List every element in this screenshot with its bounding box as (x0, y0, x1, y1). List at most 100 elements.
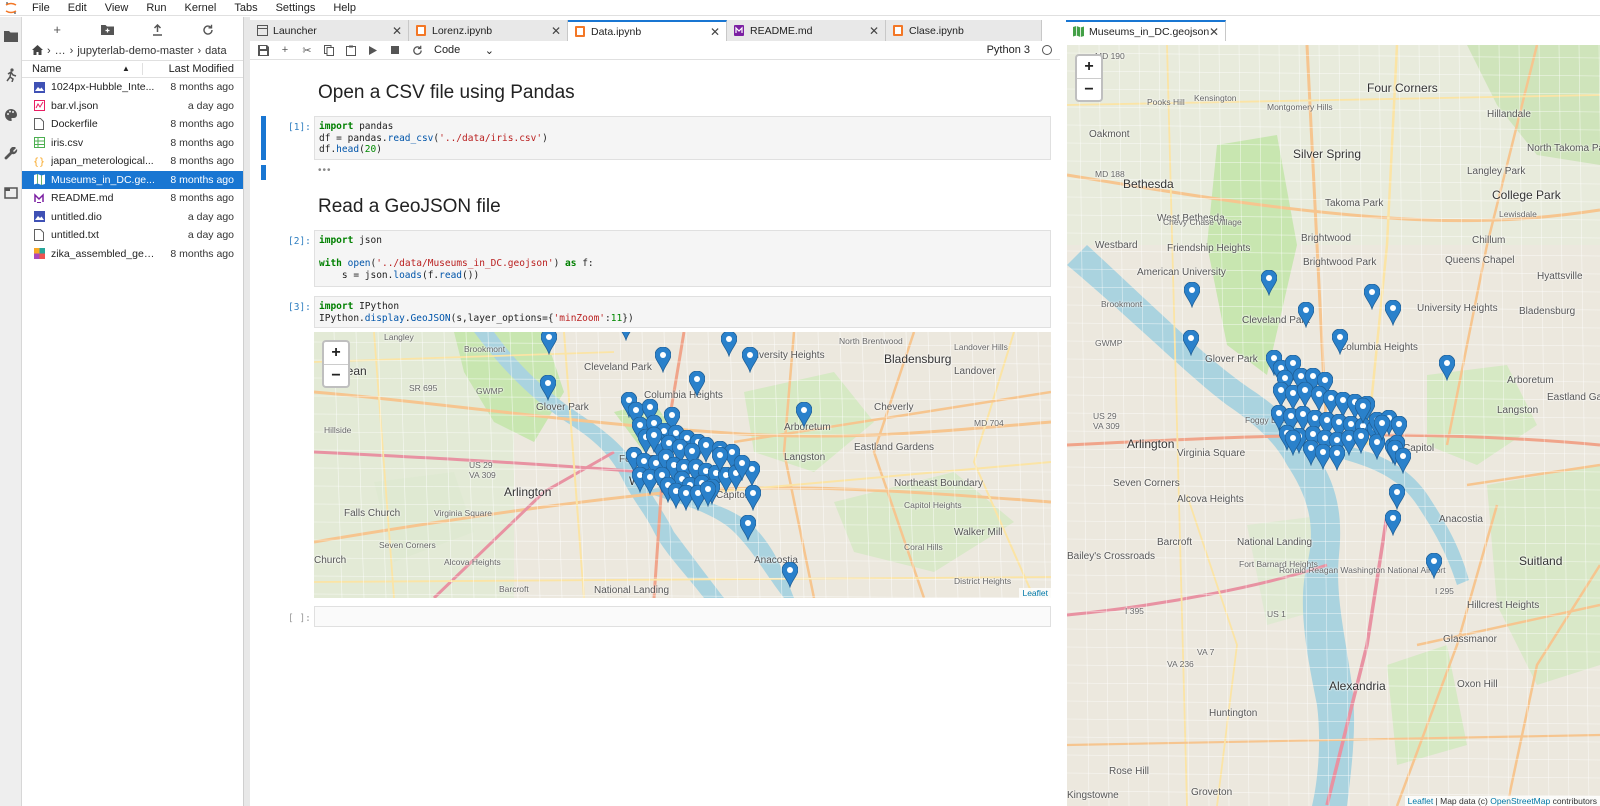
close-icon[interactable]: ✕ (392, 24, 402, 38)
column-last-modified[interactable]: Last Modified (142, 63, 243, 75)
menu-run[interactable]: Run (136, 0, 174, 16)
tab-data[interactable]: Data.ipynb ✕ (568, 20, 727, 41)
map-place-label: Eastland Gardens (854, 442, 935, 453)
kernel-name[interactable]: Python 3 (987, 44, 1030, 56)
tab-clase[interactable]: Clase.ipynb (886, 20, 1042, 41)
geojson-viewer-map[interactable]: MD 190 Kensington Four Corners Pooks Hill Mo… (1067, 45, 1600, 806)
file-row[interactable]: {} japan_meterological... 8 months ago (22, 152, 243, 171)
output-collapser[interactable] (261, 165, 266, 180)
restart-icon[interactable] (406, 41, 428, 60)
map-place-label: Langley Park (1467, 166, 1526, 177)
upload-icon[interactable] (149, 21, 167, 39)
running-icon[interactable] (3, 67, 19, 83)
file-browser-toolbar: + (22, 17, 243, 42)
file-row[interactable]: bar.vl.json a day ago (22, 97, 243, 116)
code-cell[interactable]: import json with open('../data/Museums_i… (314, 230, 1051, 287)
run-icon[interactable] (362, 41, 384, 60)
map-place-label: National Landing (1237, 537, 1313, 548)
file-modified: a day ago (187, 229, 234, 242)
map-place-label: Glover Park (1205, 354, 1258, 365)
leaflet-link[interactable]: Leaflet (1022, 588, 1048, 598)
empty-code-cell[interactable] (314, 606, 1051, 627)
wrench-icon[interactable] (3, 146, 19, 162)
file-row[interactable]: untitled.dio a day ago (22, 208, 243, 227)
menu-file[interactable]: File (22, 0, 58, 16)
paste-icon[interactable] (340, 41, 362, 60)
menu-help[interactable]: Help (323, 0, 364, 16)
map-place-label: Landover Hills (954, 342, 1008, 352)
breadcrumb-ellipsis[interactable]: … (55, 45, 66, 57)
map-place-label: Takoma Park (1325, 198, 1384, 209)
home-icon[interactable] (32, 44, 43, 58)
code-cell[interactable]: import pandas df = pandas.read_csv('../d… (314, 116, 1051, 160)
tabs-icon[interactable] (3, 185, 19, 201)
file-row[interactable]: iris.csv 8 months ago (22, 134, 243, 153)
add-cell-icon[interactable]: + (274, 41, 296, 60)
zoom-out-button[interactable]: − (324, 364, 348, 386)
map-place-label: Rose Hill (1109, 766, 1150, 777)
cut-icon[interactable]: ✂ (296, 41, 318, 60)
palette-icon[interactable] (3, 107, 19, 123)
code-line: with open('../data/Museums_in_DC.geojson… (319, 258, 594, 269)
cell-prompt: [ ]: (288, 613, 311, 624)
tab-launcher[interactable]: Launcher ✕ (250, 20, 409, 41)
map-place-label: Chevy Chase Village (1163, 217, 1242, 227)
zoom-out-button[interactable]: − (1077, 78, 1101, 100)
tab-lorenz[interactable]: Lorenz.ipynb ✕ (409, 20, 568, 41)
map-place-label: US 29 (469, 460, 493, 470)
code-line: df = pandas.read_csv('../data/iris.csv') (319, 132, 548, 144)
attribution-text: contributors (1550, 796, 1597, 806)
save-icon[interactable] (252, 41, 274, 60)
menu-kernel[interactable]: Kernel (175, 0, 225, 16)
new-launcher-icon[interactable]: + (48, 21, 66, 39)
map-place-label: Pooks Hill (1147, 97, 1185, 107)
file-row[interactable]: untitled.txt a day ago (22, 226, 243, 245)
close-icon[interactable]: ✕ (710, 25, 720, 39)
menu-settings[interactable]: Settings (266, 0, 324, 16)
new-folder-icon[interactable] (98, 21, 116, 39)
map-place-label: Alcova Heights (444, 557, 501, 567)
openstreetmap-link[interactable]: OpenStreetMap (1490, 796, 1550, 806)
markdown-heading: Open a CSV file using Pandas (318, 82, 575, 103)
map-place-label: Kingstowne (1067, 790, 1119, 801)
zoom-in-button[interactable]: + (1077, 56, 1101, 78)
map-place-label: Hyattsville (1537, 271, 1583, 282)
map-place-label: VA 309 (1093, 421, 1120, 431)
collapsed-output-ellipsis[interactable]: ••• (318, 165, 332, 176)
close-icon[interactable]: ✕ (551, 24, 561, 38)
code-cell[interactable]: import IPython IPython.display.GeoJSON(s… (314, 296, 1051, 328)
file-row[interactable]: 1024px-Hubble_Inte... 8 months ago (22, 78, 243, 97)
column-name[interactable]: Name ▲ (22, 63, 142, 75)
leaflet-link[interactable]: Leaflet (1408, 796, 1434, 806)
menu-view[interactable]: View (95, 0, 137, 16)
copy-icon[interactable] (318, 41, 340, 60)
file-row[interactable]: README.md 8 months ago (22, 189, 243, 208)
refresh-icon[interactable] (199, 21, 217, 39)
map-place-label: Capitol Heights (904, 500, 962, 510)
tab-label: Clase.ipynb (909, 24, 964, 37)
file-row[interactable]: Museums_in_DC.ge... 8 months ago (22, 170, 243, 189)
breadcrumb-current[interactable]: data (205, 45, 226, 57)
breadcrumb-parent[interactable]: jupyterlab-demo-master (77, 45, 193, 57)
map-place-label: Alexandria (1329, 679, 1386, 693)
map-place-label: Langston (784, 452, 826, 463)
file-row[interactable]: zika_assembled_gen... 8 months ago (22, 245, 243, 264)
notebook-icon (415, 25, 427, 37)
tab-readme[interactable]: README.md ✕ (727, 20, 886, 41)
geojson-map-output[interactable]: Langley Brookmont Cleveland Park Glover Par… (314, 332, 1051, 598)
file-name: zika_assembled_gen... (51, 247, 157, 260)
close-icon[interactable]: ✕ (869, 24, 879, 38)
menu-edit[interactable]: Edit (58, 0, 95, 16)
code-keyword: import (319, 235, 354, 246)
menu-tabs[interactable]: Tabs (224, 0, 265, 16)
close-icon[interactable]: ✕ (1209, 25, 1219, 39)
zoom-in-button[interactable]: + (324, 342, 348, 364)
folder-icon[interactable] (3, 28, 19, 44)
map-place-label: Virginia Square (434, 508, 492, 518)
map-place-label: Silver Spring (1293, 147, 1362, 161)
file-row[interactable]: Dockerfile 8 months ago (22, 115, 243, 134)
cell-collapser[interactable] (261, 116, 266, 160)
tab-museums-geojson[interactable]: Museums_in_DC.geojson ✕ (1066, 20, 1226, 41)
stop-icon[interactable] (384, 41, 406, 60)
cell-type-dropdown[interactable]: Code ⌄ (434, 44, 494, 57)
